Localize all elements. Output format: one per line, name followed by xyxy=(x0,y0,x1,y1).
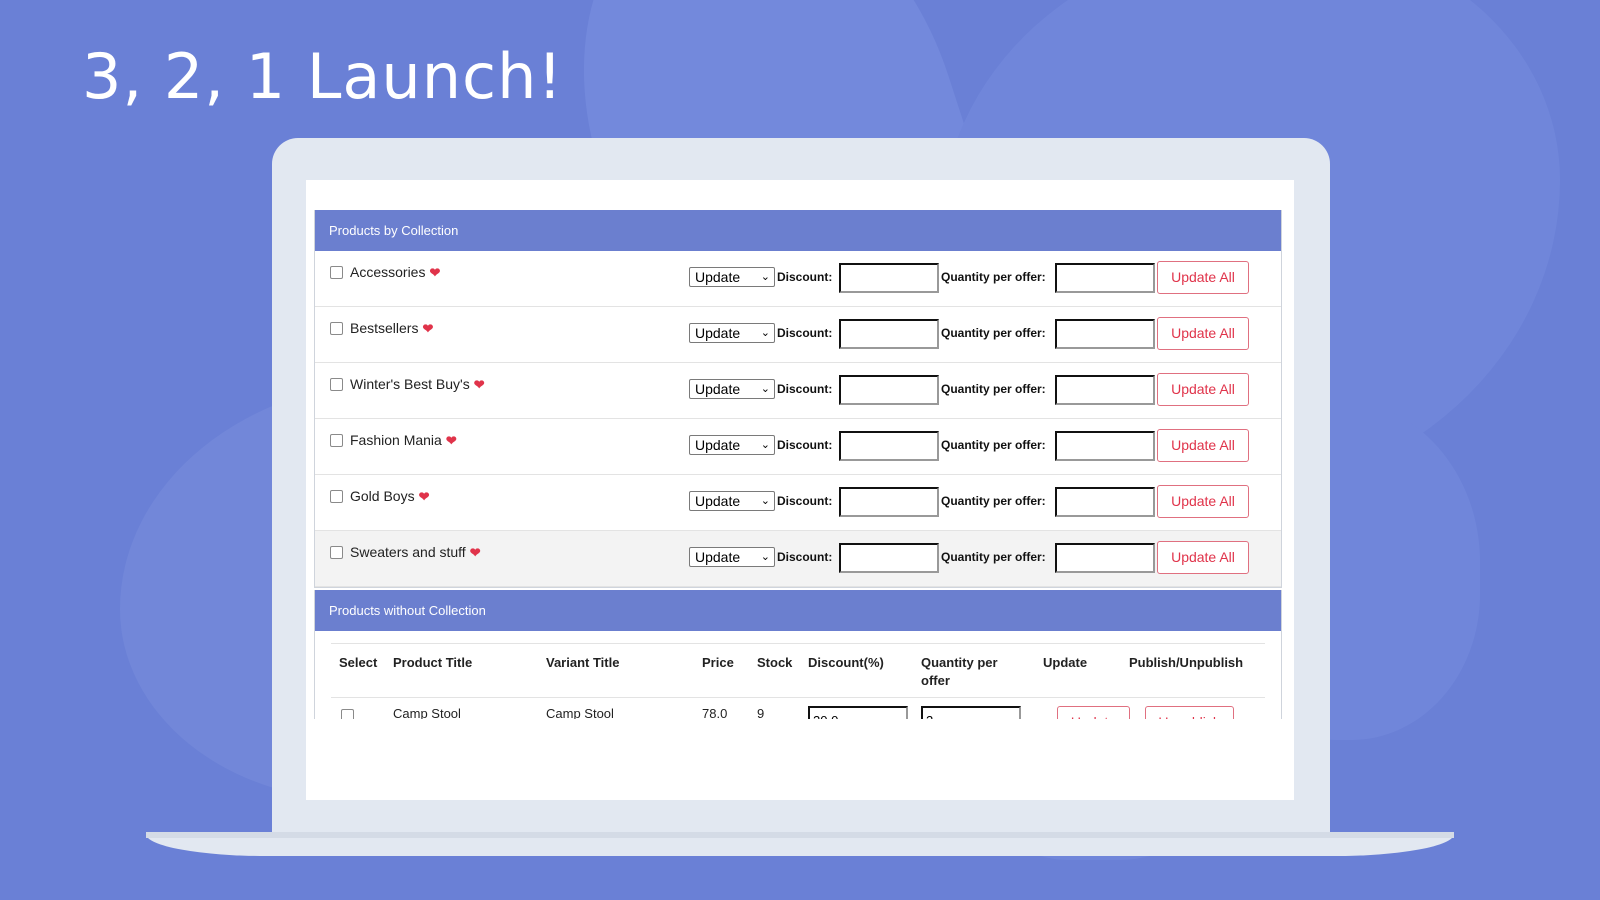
quantity-label: Quantity per offer: xyxy=(941,270,1046,284)
action-select-value: Update xyxy=(695,437,741,453)
collection-row: Fashion Mania ❤ Update ⌄ Discount: Quantity p… xyxy=(315,419,1281,475)
heart-icon[interactable]: ❤ xyxy=(470,545,481,560)
quantity-input[interactable] xyxy=(1055,319,1155,349)
collection-name-text: Accessories xyxy=(350,264,426,280)
collection-row: Winter's Best Buy's ❤ Update ⌄ Discount: Quan… xyxy=(315,363,1281,419)
action-select[interactable]: Update ⌄ xyxy=(689,547,775,567)
chevron-down-icon: ⌄ xyxy=(760,439,770,451)
discount-label: Discount: xyxy=(777,326,833,340)
discount-input[interactable] xyxy=(839,263,939,293)
collection-checkbox[interactable] xyxy=(330,546,343,559)
action-select[interactable]: Update ⌄ xyxy=(689,267,775,287)
collection-row: Bestsellers ❤ Update ⌄ Discount: Quantity per… xyxy=(315,307,1281,363)
collection-row: Accessories ❤ Update ⌄ Discount: Quantity per… xyxy=(315,251,1281,307)
collection-name-text: Bestsellers xyxy=(350,320,419,336)
update-all-button[interactable]: Update All xyxy=(1157,429,1249,462)
collections-panel-title: Products by Collection xyxy=(315,210,1281,251)
discount-label: Discount: xyxy=(777,382,833,396)
col-header-update: Update xyxy=(1043,655,1088,670)
col-header-product-title: Product Title xyxy=(393,655,473,670)
discount-input[interactable] xyxy=(839,375,939,405)
collection-name: Fashion Mania ❤ xyxy=(350,432,457,449)
col-header-publish: Publish/Unpublish xyxy=(1129,655,1244,670)
heart-icon[interactable]: ❤ xyxy=(474,377,485,392)
heart-icon[interactable]: ❤ xyxy=(429,265,440,280)
discount-input[interactable] xyxy=(839,319,939,349)
action-select-value: Update xyxy=(695,381,741,397)
chevron-down-icon: ⌄ xyxy=(760,495,770,507)
screen-bottom xyxy=(306,719,1294,800)
discount-label: Discount: xyxy=(777,270,833,284)
chevron-down-icon: ⌄ xyxy=(760,551,770,563)
collection-name: Winter's Best Buy's ❤ xyxy=(350,376,485,393)
row-divider xyxy=(331,697,1265,698)
col-header-price: Price xyxy=(702,655,734,670)
update-all-button[interactable]: Update All xyxy=(1157,373,1249,406)
chevron-down-icon: ⌄ xyxy=(760,327,770,339)
collection-name-text: Gold Boys xyxy=(350,488,415,504)
action-select[interactable]: Update ⌄ xyxy=(689,379,775,399)
discount-label: Discount: xyxy=(777,494,833,508)
laptop-base xyxy=(146,832,1454,856)
heart-icon[interactable]: ❤ xyxy=(419,489,430,504)
collection-checkbox[interactable] xyxy=(330,434,343,447)
collection-checkbox[interactable] xyxy=(330,490,343,503)
quantity-label: Quantity per offer: xyxy=(941,438,1046,452)
collection-checkbox[interactable] xyxy=(330,378,343,391)
quantity-input[interactable] xyxy=(1055,487,1155,517)
collection-name: Sweaters and stuff ❤ xyxy=(350,544,481,561)
chevron-down-icon: ⌄ xyxy=(760,271,770,283)
update-all-button[interactable]: Update All xyxy=(1157,317,1249,350)
action-select[interactable]: Update ⌄ xyxy=(689,435,775,455)
quantity-input[interactable] xyxy=(1055,375,1155,405)
update-all-button[interactable]: Update All xyxy=(1157,261,1249,294)
collection-name: Gold Boys ❤ xyxy=(350,488,430,505)
collection-name-text: Fashion Mania xyxy=(350,432,442,448)
chevron-down-icon: ⌄ xyxy=(760,383,770,395)
action-select-value: Update xyxy=(695,325,741,341)
app-screen: Products by Collection Accessories ❤ Updat… xyxy=(306,180,1294,800)
col-header-quantity: Quantity per offer xyxy=(921,655,998,688)
quantity-label: Quantity per offer: xyxy=(941,326,1046,340)
quantity-label: Quantity per offer: xyxy=(941,494,1046,508)
action-select[interactable]: Update ⌄ xyxy=(689,491,775,511)
quantity-label: Quantity per offer: xyxy=(941,550,1046,564)
collection-checkbox[interactable] xyxy=(330,322,343,335)
quantity-input[interactable] xyxy=(1055,263,1155,293)
products-table: Select Product Title Variant Title Price… xyxy=(331,643,1265,739)
collection-name-text: Winter's Best Buy's xyxy=(350,376,470,392)
action-select-value: Update xyxy=(695,493,741,509)
heart-icon[interactable]: ❤ xyxy=(422,321,433,336)
update-all-button[interactable]: Update All xyxy=(1157,541,1249,574)
collection-checkbox[interactable] xyxy=(330,266,343,279)
collection-row: Gold Boys ❤ Update ⌄ Discount: Quantity per o… xyxy=(315,475,1281,531)
discount-input[interactable] xyxy=(839,543,939,573)
products-panel-title: Products without Collection xyxy=(315,590,1281,631)
action-select-value: Update xyxy=(695,549,741,565)
collection-name: Bestsellers ❤ xyxy=(350,320,433,337)
discount-label: Discount: xyxy=(777,438,833,452)
col-header-stock: Stock xyxy=(757,655,793,670)
discount-input[interactable] xyxy=(839,487,939,517)
action-select[interactable]: Update ⌄ xyxy=(689,323,775,343)
action-select-value: Update xyxy=(695,269,741,285)
col-header-discount: Discount(%) xyxy=(808,655,884,670)
update-all-button[interactable]: Update All xyxy=(1157,485,1249,518)
quantity-input[interactable] xyxy=(1055,431,1155,461)
discount-label: Discount: xyxy=(777,550,833,564)
quantity-input[interactable] xyxy=(1055,543,1155,573)
col-header-select: Select xyxy=(339,655,378,670)
headline: 3, 2, 1 Launch! xyxy=(82,40,564,113)
collection-name-text: Sweaters and stuff xyxy=(350,544,466,560)
collection-name: Accessories ❤ xyxy=(350,264,440,281)
col-header-variant-title: Variant Title xyxy=(546,655,620,670)
quantity-label: Quantity per offer: xyxy=(941,382,1046,396)
collections-panel: Products by Collection Accessories ❤ Updat… xyxy=(314,210,1282,588)
discount-input[interactable] xyxy=(839,431,939,461)
heart-icon[interactable]: ❤ xyxy=(446,433,457,448)
collection-row: Sweaters and stuff ❤ Update ⌄ Discount: Quant… xyxy=(315,531,1281,587)
